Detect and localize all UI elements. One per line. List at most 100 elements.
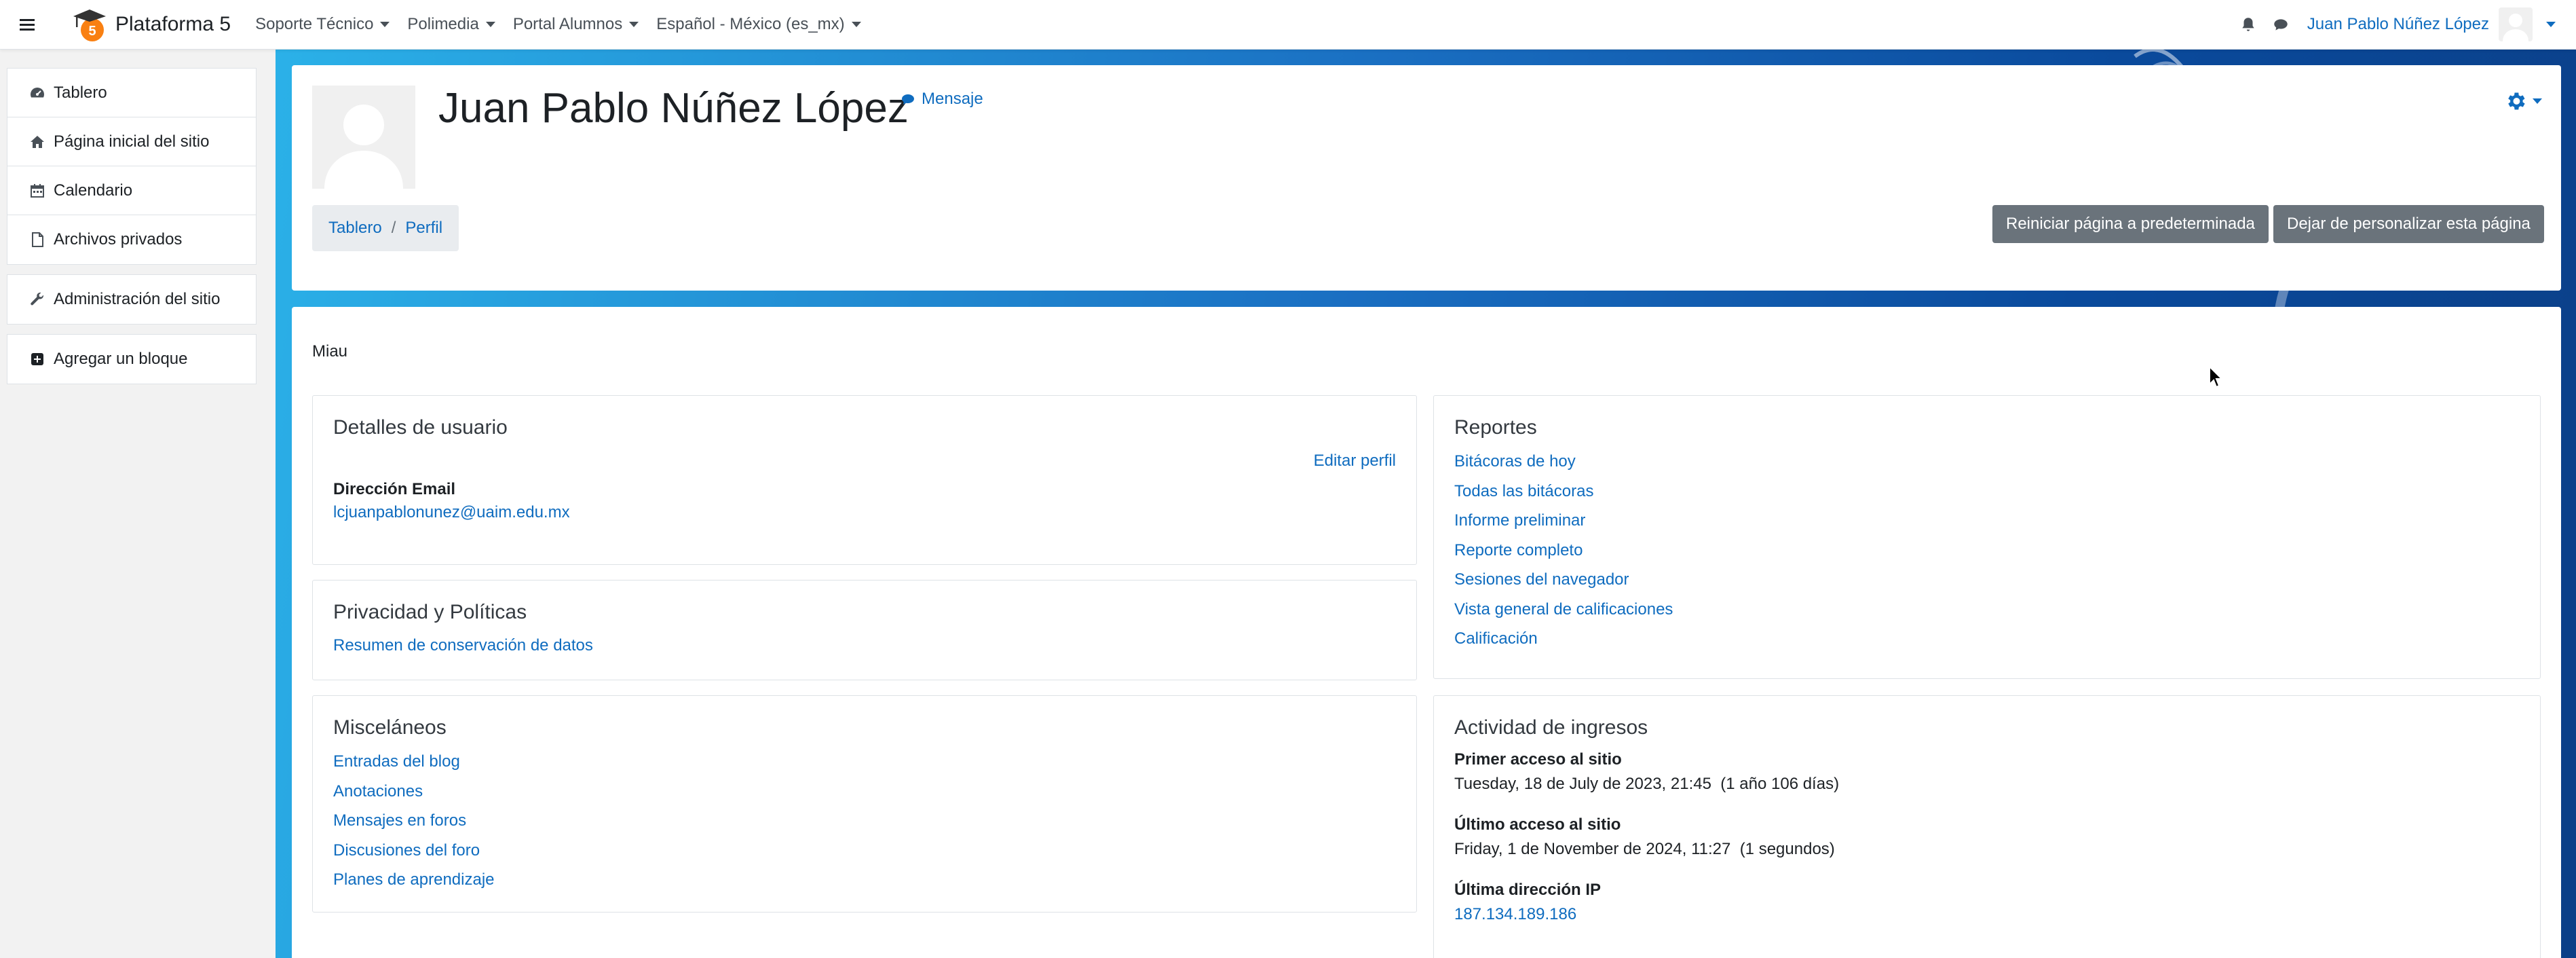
email-field: Dirección Email lcjuanpablonunez@uaim.ed… — [333, 480, 570, 522]
page-header: Juan Pablo Núñez López Mensaje Tablero /… — [292, 65, 2561, 291]
block-title: Misceláneos — [333, 716, 447, 739]
drawer-admin-group: Administración del sitio — [7, 274, 257, 325]
message-label: Mensaje — [922, 90, 983, 108]
menu-label: Portal Alumnos — [512, 15, 623, 33]
last-access-value: Friday, 1 de November de 2024, 11:27 (1 … — [1454, 840, 1835, 858]
site-brand[interactable]: 5 Plataforma 5 — [71, 5, 231, 43]
mouse-cursor-icon — [2209, 365, 2223, 388]
menu-language[interactable]: Español - México (es_mx) — [656, 15, 861, 34]
gear-icon — [2508, 92, 2525, 110]
all-logs-link[interactable]: Todas las bitácoras — [1454, 480, 1673, 510]
block-title: Reportes — [1454, 416, 1537, 439]
bell-icon[interactable] — [2239, 16, 2257, 33]
menu-label: Español - México (es_mx) — [656, 15, 845, 33]
stop-customizing-button[interactable]: Dejar de personalizar esta página — [2273, 205, 2544, 243]
dashboard-icon — [31, 87, 44, 97]
menu-portal-alumnos[interactable]: Portal Alumnos — [513, 15, 639, 34]
drawer-item-label: Página inicial del sitio — [54, 132, 210, 151]
breadcrumb: Tablero / Perfil — [312, 205, 459, 251]
moodle-logo-icon: 5 — [73, 10, 106, 41]
block-title: Privacidad y Políticas — [333, 601, 527, 623]
last-ip-field: Última dirección IP 187.134.189.186 — [1454, 881, 1601, 924]
custom-menu: Soporte Técnico Polimedia Portal Alumnos… — [255, 15, 879, 34]
user-menu-name[interactable]: Juan Pablo Núñez López — [2307, 15, 2489, 34]
menu-label: Soporte Técnico — [255, 15, 374, 33]
chevron-down-icon — [629, 22, 639, 27]
data-retention-link[interactable]: Resumen de conservación de datos — [333, 636, 593, 655]
notes-link[interactable]: Anotaciones — [333, 780, 495, 810]
home-icon — [31, 135, 44, 148]
user-nav: Juan Pablo Núñez López — [2239, 7, 2576, 41]
drawer-item-label: Agregar un bloque — [54, 350, 188, 368]
user-menu-chevron-icon[interactable] — [2546, 22, 2556, 27]
drawer-item-pagina-inicial[interactable]: Página inicial del sitio — [7, 117, 256, 166]
forum-discussions-link[interactable]: Discusiones del foro — [333, 839, 495, 869]
outline-report-link[interactable]: Informe preliminar — [1454, 509, 1673, 539]
email-link[interactable]: lcjuanpablonunez@uaim.edu.mx — [333, 503, 570, 522]
browser-sessions-link[interactable]: Sesiones del navegador — [1454, 568, 1673, 598]
edit-profile-link[interactable]: Editar perfil — [1314, 452, 1396, 471]
chevron-down-icon — [2533, 98, 2542, 104]
drawer-addblock-group: Agregar un bloque — [7, 334, 257, 384]
first-access-value: Tuesday, 18 de July de 2023, 21:45 (1 añ… — [1454, 775, 1840, 793]
drawer-item-archivos-privados[interactable]: Archivos privados — [7, 215, 256, 264]
hamburger-menu-icon[interactable] — [0, 0, 54, 50]
user-details-block: Detalles de usuario Editar perfil Direcc… — [312, 395, 1417, 565]
chat-bubble-icon[interactable] — [2272, 16, 2290, 33]
menu-label: Polimedia — [407, 15, 479, 33]
misc-links: Entradas del blog Anotaciones Mensajes e… — [333, 750, 495, 898]
message-link[interactable]: Mensaje — [900, 90, 983, 109]
report-links: Bitácoras de hoy Todas las bitácoras Inf… — [1454, 450, 1673, 657]
breadcrumb-tablero[interactable]: Tablero — [328, 219, 382, 238]
page-title: Juan Pablo Núñez López — [438, 85, 909, 132]
section-label: Miau — [312, 342, 348, 361]
avatar[interactable] — [2499, 7, 2533, 41]
profile-picture — [312, 86, 415, 189]
main-content: Miau Detalles de usuario Editar perfil D… — [292, 307, 2561, 958]
reports-block: Reportes Bitácoras de hoy Todas las bitá… — [1433, 395, 2541, 679]
block-title: Actividad de ingresos — [1454, 716, 1648, 739]
todays-logs-link[interactable]: Bitácoras de hoy — [1454, 450, 1673, 480]
drawer-item-label: Calendario — [54, 181, 133, 200]
misc-block: Misceláneos Entradas del blog Anotacione… — [312, 695, 1417, 913]
drawer-main-group: Tablero Página inicial del sitio Calenda… — [7, 68, 257, 265]
first-access-label: Primer acceso al sitio — [1454, 750, 1622, 769]
last-ip-label: Última dirección IP — [1454, 881, 1602, 899]
forum-posts-link[interactable]: Mensajes en foros — [333, 809, 495, 839]
chevron-down-icon — [851, 22, 861, 27]
menu-soporte-tecnico[interactable]: Soporte Técnico — [255, 15, 390, 34]
plus-square-icon — [31, 353, 43, 365]
drawer-item-agregar-bloque[interactable]: Agregar un bloque — [7, 335, 256, 384]
grades-overview-link[interactable]: Vista general de calificaciones — [1454, 598, 1673, 628]
menu-polimedia[interactable]: Polimedia — [407, 15, 495, 34]
email-label: Dirección Email — [333, 480, 456, 498]
calendar-icon — [31, 183, 44, 198]
first-access-field: Primer acceso al sitio Tuesday, 18 de Ju… — [1454, 750, 1839, 794]
chat-bubble-icon — [902, 94, 914, 105]
page-actions-menu[interactable] — [2504, 90, 2542, 113]
blog-entries-link[interactable]: Entradas del blog — [333, 750, 495, 780]
drawer-item-calendario[interactable]: Calendario — [7, 166, 256, 215]
block-title: Detalles de usuario — [333, 416, 508, 439]
site-name: Plataforma 5 — [115, 13, 231, 35]
complete-report-link[interactable]: Reporte completo — [1454, 539, 1673, 569]
last-ip-link[interactable]: 187.134.189.186 — [1454, 905, 1601, 924]
drawer-item-tablero[interactable]: Tablero — [7, 69, 256, 117]
chevron-down-icon — [485, 22, 495, 27]
top-navbar: 5 Plataforma 5 Soporte Técnico Polimedia… — [0, 0, 2576, 50]
reset-page-button[interactable]: Reiniciar página a predeterminada — [1992, 205, 2269, 243]
chevron-down-icon — [380, 22, 390, 27]
file-icon — [32, 232, 43, 247]
breadcrumb-perfil[interactable]: Perfil — [405, 219, 442, 238]
drawer-item-administracion[interactable]: Administración del sitio — [7, 275, 256, 324]
nav-drawer: Tablero Página inicial del sitio Calenda… — [7, 68, 257, 394]
drawer-item-label: Archivos privados — [54, 230, 183, 248]
learning-plans-link[interactable]: Planes de aprendizaje — [333, 868, 495, 898]
drawer-item-label: Administración del sitio — [54, 290, 221, 308]
grade-link[interactable]: Calificación — [1454, 627, 1673, 657]
svg-text:5: 5 — [88, 24, 96, 39]
last-access-field: Último acceso al sitio Friday, 1 de Nove… — [1454, 815, 1835, 859]
wrench-icon — [31, 292, 43, 306]
drawer-item-label: Tablero — [54, 83, 107, 102]
login-activity-block: Actividad de ingresos Primer acceso al s… — [1433, 695, 2541, 958]
